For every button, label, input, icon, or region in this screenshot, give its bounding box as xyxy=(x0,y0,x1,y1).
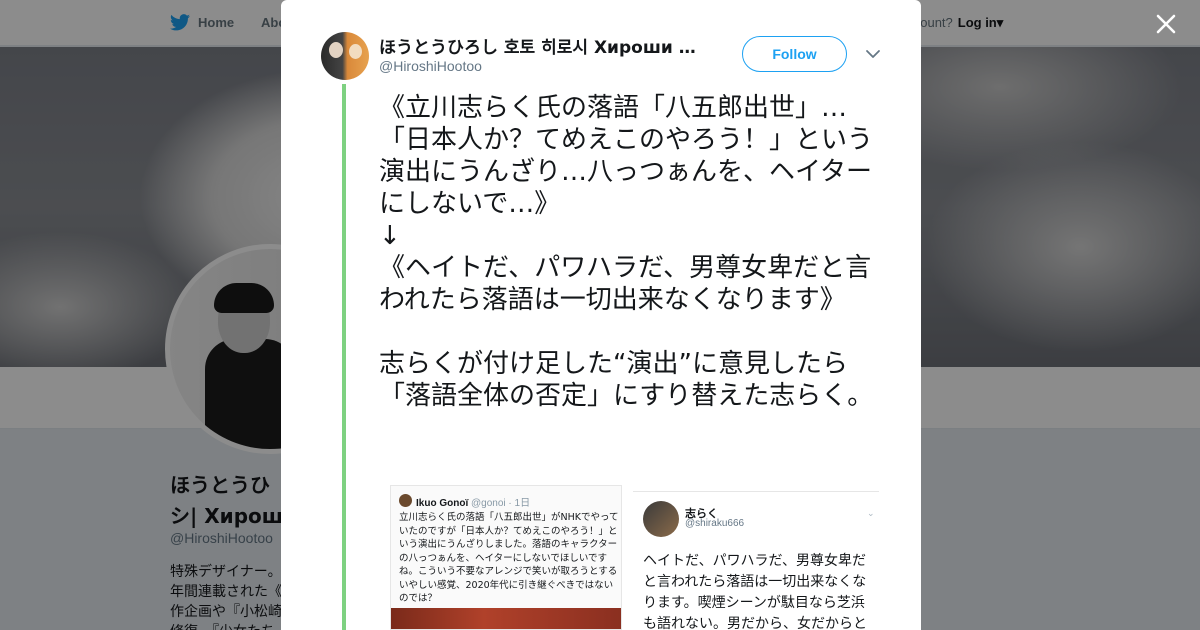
embedded-user-name: Ikuo Gonoï xyxy=(416,498,469,509)
embedded-photo xyxy=(391,608,621,629)
embedded-tweet-image-left[interactable]: Ikuo Gonoï @gonoi · 1日 立川志らく氏の落語「八五郎出世」が… xyxy=(390,485,622,630)
embedded-user-meta: @gonoi · 1日 xyxy=(471,498,531,509)
thread-line xyxy=(342,84,346,630)
tweet-modal: ほうとうひろし 호토 히로시 Хироши Хотоо @HiroshiHoot… xyxy=(281,0,921,630)
chevron-down-icon[interactable] xyxy=(865,47,881,61)
embedded-tweet-text: ヘイトだ、パワハラだ、男尊女卑だと言われたら落語は一切出来なくなります。喫煙シー… xyxy=(643,553,867,630)
author-name[interactable]: ほうとうひろし 호토 히로시 Хироши Хотоо xyxy=(379,33,699,58)
avatar xyxy=(399,494,412,507)
close-icon[interactable] xyxy=(1152,10,1180,38)
author-handle[interactable]: @HiroshiHootoo xyxy=(379,58,482,74)
author-avatar[interactable] xyxy=(321,32,369,80)
embedded-user: Ikuo Gonoï @gonoi · 1日 xyxy=(416,494,530,509)
follow-button[interactable]: Follow xyxy=(742,36,847,72)
tweet-text: 《立川志らく氏の落語「八五郎出世」…「日本人か？てめえこのやろう！」という演出に… xyxy=(379,93,874,411)
embedded-tweet-image-right[interactable]: 志らく @shiraku666 ⌄ ヘイトだ、パワハラだ、男尊女卑だと言われたら… xyxy=(633,491,879,630)
embedded-tweet-text: 立川志らく氏の落語「八五郎出世」がNHKでやっていたのですが「日本人か？てめえこ… xyxy=(399,512,619,604)
avatar xyxy=(643,501,679,537)
chevron-down-icon: ⌄ xyxy=(867,509,875,519)
embedded-user-handle: @shiraku666 xyxy=(685,518,745,529)
